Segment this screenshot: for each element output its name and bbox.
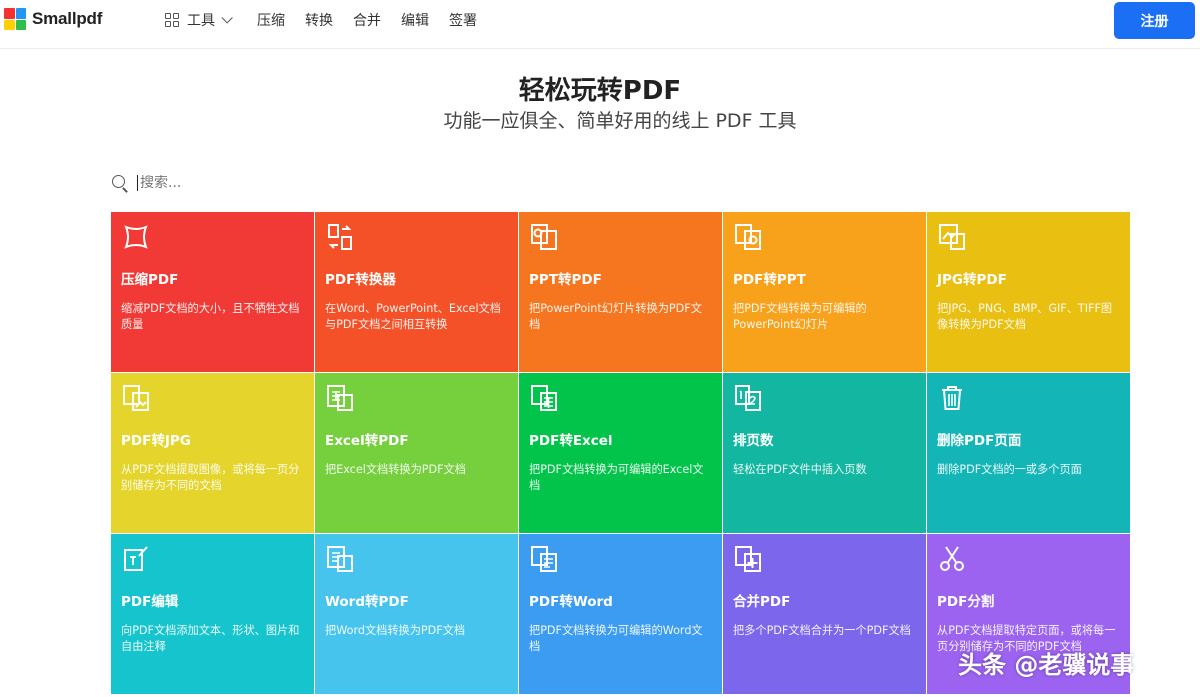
pdf-to-ppt-icon <box>733 222 763 252</box>
tool-tile[interactable]: PDF编辑向PDF文档添加文本、形状、图片和自由注释 <box>111 534 314 694</box>
tool-tile[interactable]: Word转PDF 把Word文档转换为PDF文档 <box>315 534 518 694</box>
search-input[interactable] <box>137 175 537 191</box>
top-navbar: Smallpdf 工具 压缩 转换 合并 编辑 签署 注册 <box>0 0 1200 49</box>
compress-icon <box>121 222 151 252</box>
tool-tile[interactable]: JPG转PDF 把JPG、PNG、BMP、GIF、TIFF图像转换为PDF文档 <box>927 212 1130 372</box>
page-title: 轻松玩转PDF <box>518 76 682 106</box>
tool-title: 合并PDF <box>733 594 791 610</box>
pdf-to-word-icon <box>529 544 559 574</box>
pdf-to-jpg-icon <box>121 383 151 413</box>
tool-tile[interactable]: 删除PDF页面删除PDF文档的一或多个页面 <box>927 373 1130 533</box>
main-nav: 工具 压缩 转换 合并 编辑 签署 <box>165 0 497 40</box>
nav-link-edit[interactable]: 编辑 <box>401 10 429 30</box>
tool-description: 把Excel文档转换为PDF文档 <box>325 463 466 476</box>
tool-description: 把PowerPoint幻灯片转换为PDF文档 <box>529 302 702 331</box>
tool-title: PDF分割 <box>937 594 995 610</box>
tool-description: 缩减PDF文档的大小，且不牺牲文档质量 <box>121 302 300 331</box>
tools-menu-label: 工具 <box>187 13 215 29</box>
tool-title: 压缩PDF <box>121 272 179 288</box>
tool-tile[interactable]: 压缩PDF 缩减PDF文档的大小，且不牺牲文档质量 <box>111 212 314 372</box>
search-icon <box>111 174 129 192</box>
tool-title: Word转PDF <box>325 594 409 610</box>
pdf-to-excel-icon <box>529 383 559 413</box>
tool-tile[interactable]: PDF转换器在Word、PowerPoint、Excel文档与PDF文档之间相互… <box>315 212 518 372</box>
tool-description: 把PDF文档转换为可编辑的Excel文档 <box>529 463 704 492</box>
tool-tile[interactable]: Excel转PDF 把Excel文档转换为PDF文档 <box>315 373 518 533</box>
tool-tile[interactable]: 合并PDF 把多个PDF文档合并为一个PDF文档 <box>723 534 926 694</box>
excel-to-pdf-icon <box>325 383 355 413</box>
signup-button[interactable]: 注册 <box>1114 2 1195 39</box>
tool-description: 在Word、PowerPoint、Excel文档与PDF文档之间相互转换 <box>325 302 501 331</box>
tool-title: PDF转Word <box>529 594 613 610</box>
nav-link-merge[interactable]: 合并 <box>353 10 381 30</box>
tool-title: 排页数 <box>733 433 774 449</box>
brand-logo[interactable]: Smallpdf <box>4 8 102 30</box>
tool-tile[interactable]: PDF转JPG 从PDF文档提取图像，或将每一页分别储存为不同的文档 <box>111 373 314 533</box>
tool-tile[interactable]: PDF转Excel 把PDF文档转换为可编辑的Excel文档 <box>519 373 722 533</box>
tool-description: 把JPG、PNG、BMP、GIF、TIFF图像转换为PDF文档 <box>937 302 1113 331</box>
tool-description: 轻松在PDF文件中插入页数 <box>733 463 867 476</box>
logo-icon <box>4 8 26 30</box>
tool-tile[interactable]: PDF转Word 把PDF文档转换为可编辑的Word文档 <box>519 534 722 694</box>
convert-icon <box>325 222 355 252</box>
tool-description: 从PDF文档提取图像，或将每一页分别储存为不同的文档 <box>121 463 300 492</box>
nav-link-compress[interactable]: 压缩 <box>257 10 285 30</box>
brand-name: Smallpdf <box>32 9 103 28</box>
ppt-to-pdf-icon <box>529 222 559 252</box>
edit-icon <box>121 544 151 574</box>
tool-title: PPT转PDF <box>529 272 602 288</box>
tool-title: Excel转PDF <box>325 433 409 449</box>
jpg-to-pdf-icon <box>937 222 967 252</box>
tool-description: 删除PDF文档的一或多个页面 <box>937 463 1082 476</box>
watermark-text: 头条 @老骥说事 <box>958 651 1135 679</box>
merge-icon <box>733 544 763 574</box>
tools-menu-button[interactable]: 工具 <box>165 10 233 30</box>
tool-title: PDF转Excel <box>529 433 613 449</box>
tool-tile[interactable]: PDF转PPT 把PDF文档转换为可编辑的PowerPoint幻灯片 <box>723 212 926 372</box>
chevron-down-icon <box>221 12 233 24</box>
tool-tile[interactable]: 排页数轻松在PDF文件中插入页数 <box>723 373 926 533</box>
scissors-icon <box>937 544 967 574</box>
apps-grid-icon <box>165 13 179 27</box>
tool-title: PDF转换器 <box>325 272 396 288</box>
word-to-pdf-icon <box>325 544 355 574</box>
nav-link-convert[interactable]: 转换 <box>305 10 333 30</box>
tool-title: 删除PDF页面 <box>937 433 1022 449</box>
tool-search <box>111 170 711 196</box>
tool-description: 向PDF文档添加文本、形状、图片和自由注释 <box>121 624 300 653</box>
tools-grid: 压缩PDF 缩减PDF文档的大小，且不牺牲文档质量 PDF转换器在Word、Powe… <box>111 212 1130 694</box>
page-subtitle: 功能一应俱全、简单好用的线上 PDF 工具 <box>443 110 797 132</box>
page-number-icon <box>733 383 763 413</box>
nav-link-sign[interactable]: 签署 <box>449 10 477 30</box>
tool-description: 把多个PDF文档合并为一个PDF文档 <box>733 624 911 637</box>
tool-title: PDF转PPT <box>733 272 806 288</box>
tool-title: PDF编辑 <box>121 594 179 610</box>
trash-icon <box>937 383 967 413</box>
tool-description: 把Word文档转换为PDF文档 <box>325 624 466 637</box>
tool-tile[interactable]: PPT转PDF 把PowerPoint幻灯片转换为PDF文档 <box>519 212 722 372</box>
tool-title: JPG转PDF <box>937 272 1007 288</box>
tool-title: PDF转JPG <box>121 433 191 449</box>
tool-description: 把PDF文档转换为可编辑的PowerPoint幻灯片 <box>733 302 867 331</box>
tool-description: 把PDF文档转换为可编辑的Word文档 <box>529 624 703 653</box>
